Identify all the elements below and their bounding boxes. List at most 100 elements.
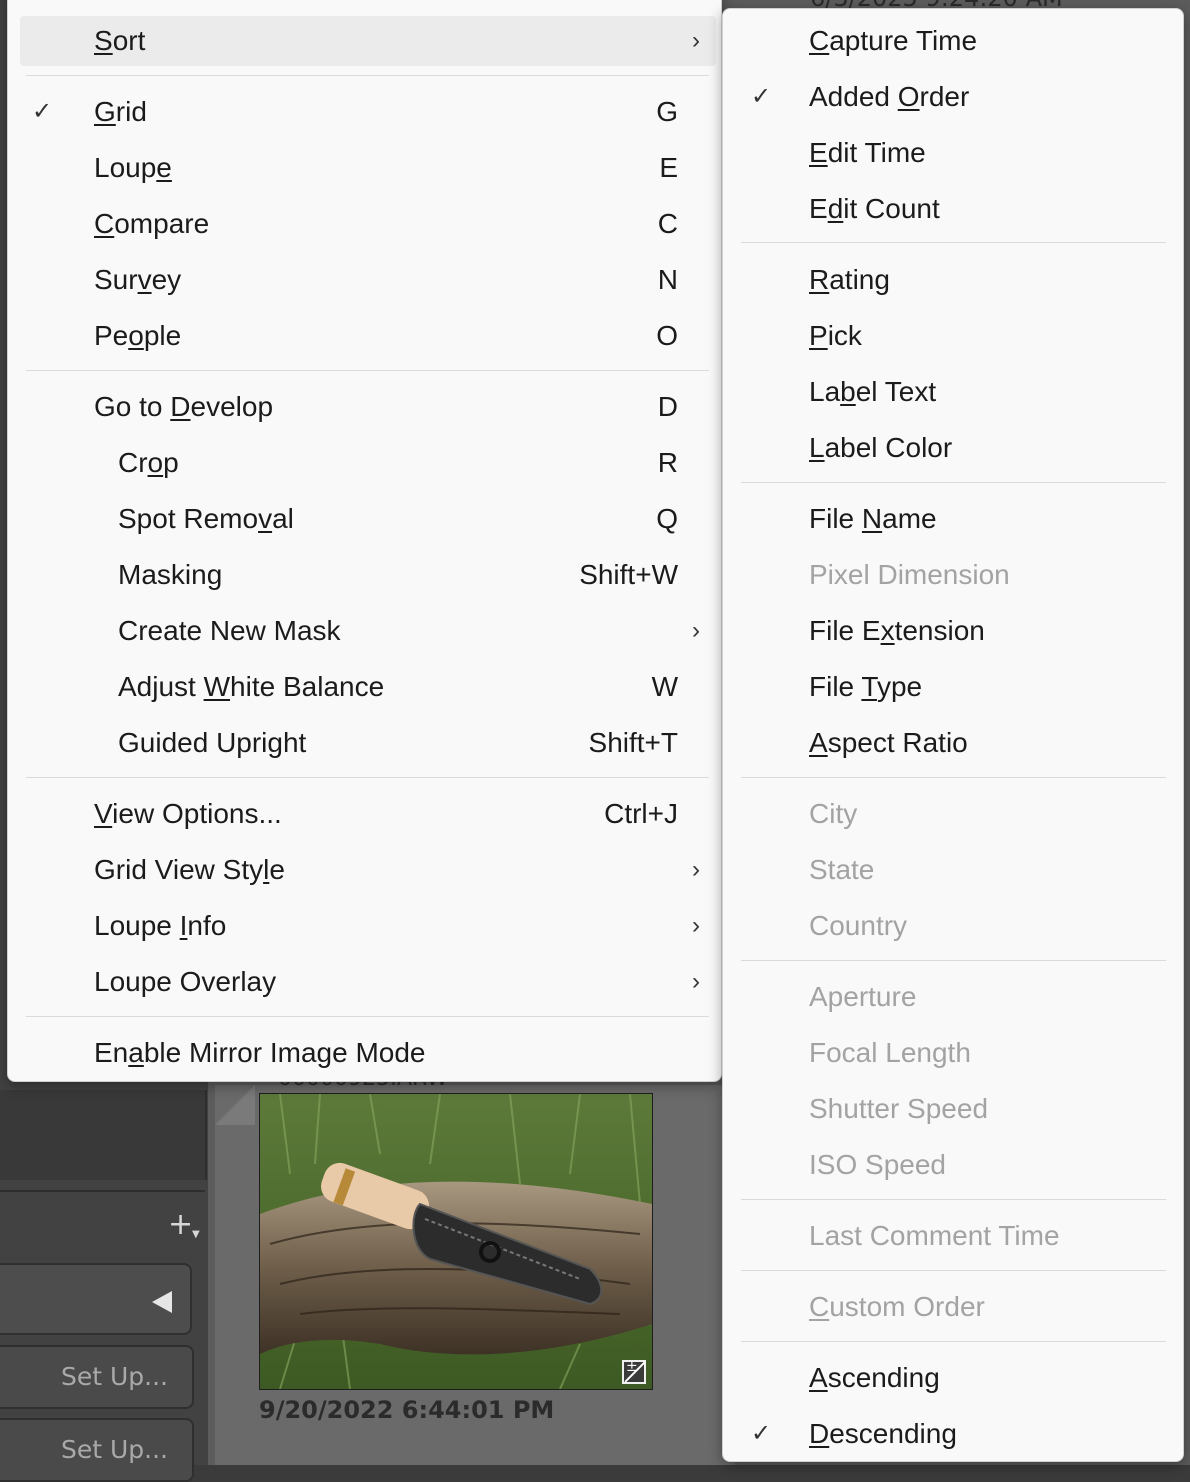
menu-item-label: Custom Order	[809, 1291, 985, 1322]
menu-item-label: Adjust White Balance	[118, 671, 385, 702]
menu-separator	[741, 1270, 1166, 1271]
menu-item-grid-view-style[interactable]: Grid View Style ›	[20, 845, 716, 895]
menu-item-people[interactable]: People O	[20, 311, 716, 361]
menu-item-loupe[interactable]: Loupe E	[20, 143, 716, 193]
dropdown-arrow-icon: ▼	[192, 1229, 200, 1240]
shortcut-text: N	[657, 264, 678, 295]
menu-item-label: Label Color	[809, 432, 953, 463]
menu-item-label: Ascending	[809, 1362, 940, 1393]
menu-item-create-new-mask[interactable]: Create New Mask ›	[20, 606, 716, 656]
menu-item-label: Descending	[809, 1418, 957, 1449]
left-panel-divider	[0, 1190, 205, 1192]
sort-item-pick[interactable]: Pick	[741, 311, 1166, 361]
menu-item-label: Guided Upright	[118, 727, 307, 758]
menu-item-label: Loupe Overlay	[94, 966, 277, 997]
sort-submenu: Capture Time ✓ Added Order Edit Time Edi…	[722, 8, 1184, 1462]
add-plus-icon[interactable]: + ▼	[168, 1210, 200, 1241]
menu-item-label: People	[94, 320, 182, 351]
menu-item-label: File Extension	[809, 615, 985, 646]
menu-separator	[741, 1341, 1166, 1342]
menu-item-label: Create New Mask	[118, 615, 341, 646]
menu-item-go-to-develop[interactable]: Go to Develop D	[20, 382, 716, 432]
shortcut-text: G	[656, 96, 678, 127]
menu-item-label: Pick	[809, 320, 862, 351]
menu-item-label: ISO Speed	[809, 1149, 946, 1180]
menu-item-label: Survey	[94, 264, 182, 295]
menu-item-masking[interactable]: Masking Shift+W	[20, 550, 716, 600]
menu-item-label: Grid View Style	[94, 854, 285, 885]
sort-item-state: State	[741, 845, 1166, 895]
menu-item-compare[interactable]: Compare C	[20, 199, 716, 249]
chevron-right-icon: ›	[692, 856, 700, 883]
menu-item-label: Sort	[94, 25, 146, 56]
menu-separator	[26, 75, 709, 76]
sort-item-shutter-speed: Shutter Speed	[741, 1084, 1166, 1134]
menu-item-label: Spot Removal	[118, 503, 294, 534]
shortcut-text: D	[657, 391, 678, 422]
sort-item-pixel-dimension: Pixel Dimension	[741, 550, 1166, 600]
menu-item-label: Loupe Info	[94, 910, 227, 941]
sort-item-file-type[interactable]: File Type	[741, 662, 1166, 712]
menu-item-label: Label Text	[809, 376, 937, 407]
set-up-button[interactable]: Set Up...	[0, 1345, 194, 1409]
menu-item-label: Enable Mirror Image Mode	[94, 1037, 426, 1068]
thumbnail-date: 9/20/2022 6:44:01 PM	[259, 1396, 555, 1424]
menu-item-label: Masking	[118, 559, 223, 590]
collapse-panel-button[interactable]	[0, 1263, 192, 1335]
menu-separator	[741, 242, 1166, 243]
sort-item-ascending[interactable]: Ascending	[741, 1353, 1166, 1403]
sort-item-label-color[interactable]: Label Color	[741, 423, 1166, 473]
sort-item-country: Country	[741, 901, 1166, 951]
chevron-right-icon: ›	[692, 912, 700, 939]
photo-thumbnail[interactable]	[259, 1093, 653, 1390]
menu-item-label: File Name	[809, 503, 937, 534]
menu-item-label: Focal Length	[809, 1037, 971, 1068]
menu-item-label: File Type	[809, 671, 923, 702]
menu-item-spot-removal[interactable]: Spot Removal Q	[20, 494, 716, 544]
chevron-right-icon: ›	[692, 968, 700, 995]
menu-item-label: View Options...	[94, 798, 282, 829]
sort-item-edit-count[interactable]: Edit Count	[741, 184, 1166, 234]
sort-item-aspect-ratio[interactable]: Aspect Ratio	[741, 718, 1166, 768]
sort-item-file-extension[interactable]: File Extension	[741, 606, 1166, 656]
menu-item-label: State	[809, 854, 875, 885]
shortcut-text: W	[651, 671, 678, 702]
menu-item-crop[interactable]: Crop R	[20, 438, 716, 488]
sort-item-iso-speed: ISO Speed	[741, 1140, 1166, 1190]
menu-item-adjust-white-balance[interactable]: Adjust White Balance W	[20, 662, 716, 712]
menu-item-view-options[interactable]: View Options... Ctrl+J	[20, 789, 716, 839]
menu-item-label: Aperture	[809, 981, 917, 1012]
chevron-right-icon: ›	[692, 27, 700, 54]
sort-item-file-name[interactable]: File Name	[741, 494, 1166, 544]
menu-item-loupe-info[interactable]: Loupe Info ›	[20, 901, 716, 951]
menu-item-loupe-overlay[interactable]: Loupe Overlay ›	[20, 957, 716, 1007]
menu-item-label: Last Comment Time	[809, 1220, 1060, 1251]
menu-separator	[741, 1199, 1166, 1200]
menu-item-guided-upright[interactable]: Guided Upright Shift+T	[20, 718, 716, 768]
sort-item-label-text[interactable]: Label Text	[741, 367, 1166, 417]
sort-item-focal-length: Focal Length	[741, 1028, 1166, 1078]
menu-item-grid[interactable]: ✓ Grid G	[20, 87, 716, 137]
sort-item-descending[interactable]: ✓ Descending	[741, 1409, 1166, 1459]
menu-separator	[26, 777, 709, 778]
shortcut-text: R	[657, 447, 678, 478]
menu-item-label: Shutter Speed	[809, 1093, 989, 1124]
menu-item-label: Go to Develop	[94, 391, 274, 422]
menu-separator	[26, 1016, 709, 1017]
chevron-right-icon: ›	[692, 617, 700, 644]
sort-item-capture-time[interactable]: Capture Time	[741, 16, 1166, 66]
sort-item-added-order[interactable]: ✓ Added Order	[741, 72, 1166, 122]
menu-item-label: Grid	[94, 96, 147, 127]
shortcut-text: Shift+T	[588, 727, 678, 758]
menu-separator	[741, 482, 1166, 483]
menu-item-label: Edit Time	[809, 137, 926, 168]
menu-item-enable-mirror-image-mode[interactable]: Enable Mirror Image Mode	[20, 1028, 716, 1078]
menu-item-survey[interactable]: Survey N	[20, 255, 716, 305]
set-up-button-2[interactable]: Set Up...	[0, 1418, 194, 1482]
sort-item-custom-order: Custom Order	[741, 1282, 1166, 1332]
left-panel-section	[0, 1090, 207, 1180]
sort-item-rating[interactable]: Rating	[741, 255, 1166, 305]
menu-item-label: Added Order	[809, 81, 970, 112]
menu-item-sort[interactable]: Sort ›	[20, 16, 716, 66]
sort-item-edit-time[interactable]: Edit Time	[741, 128, 1166, 178]
